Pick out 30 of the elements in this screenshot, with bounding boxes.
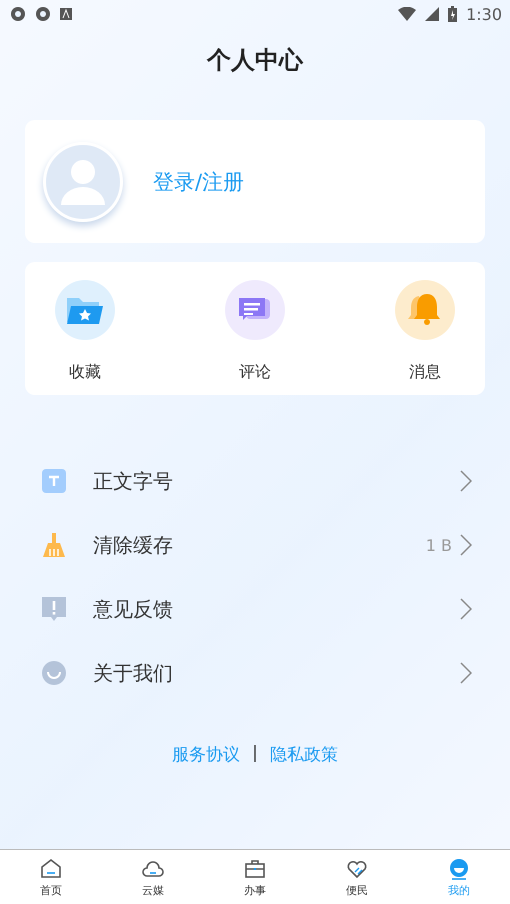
chevron-right-icon	[460, 598, 472, 620]
menu-item[interactable]: 正文字号	[0, 449, 510, 513]
chevron-right-icon	[460, 662, 472, 684]
shortcut-button[interactable]: 收藏	[53, 280, 117, 395]
nav-tab[interactable]: 便民	[306, 850, 408, 904]
chat-icon	[225, 280, 285, 340]
text-icon	[42, 469, 66, 493]
nav-tab[interactable]: 办事	[204, 850, 306, 904]
menu-item[interactable]: 清除缓存 1 B	[0, 513, 510, 577]
shortcut-button[interactable]: 消息	[393, 280, 457, 395]
menu-item[interactable]: 意见反馈	[0, 577, 510, 641]
nav-tab[interactable]: 云媒	[102, 850, 204, 904]
broom-icon	[42, 533, 66, 557]
wifi-icon	[398, 7, 416, 21]
chevron-right-icon	[460, 534, 472, 556]
link-separator: |	[252, 743, 258, 765]
house-icon	[39, 856, 63, 880]
smile-icon	[447, 856, 471, 880]
page-title: 个人中心	[206, 45, 304, 76]
nav-tab[interactable]: 首页	[0, 850, 102, 904]
shortcut-button[interactable]: 评论	[223, 280, 287, 395]
signal-icon	[425, 7, 440, 21]
menu-item[interactable]: 关于我们	[0, 641, 510, 705]
cache-size: 1 B	[426, 536, 452, 554]
chevron-right-icon	[460, 470, 472, 492]
battery-icon	[448, 6, 458, 22]
status-time: 1:30	[466, 4, 502, 24]
bell-icon	[395, 280, 455, 340]
smile-icon	[42, 661, 66, 685]
feedback-icon	[42, 597, 66, 621]
